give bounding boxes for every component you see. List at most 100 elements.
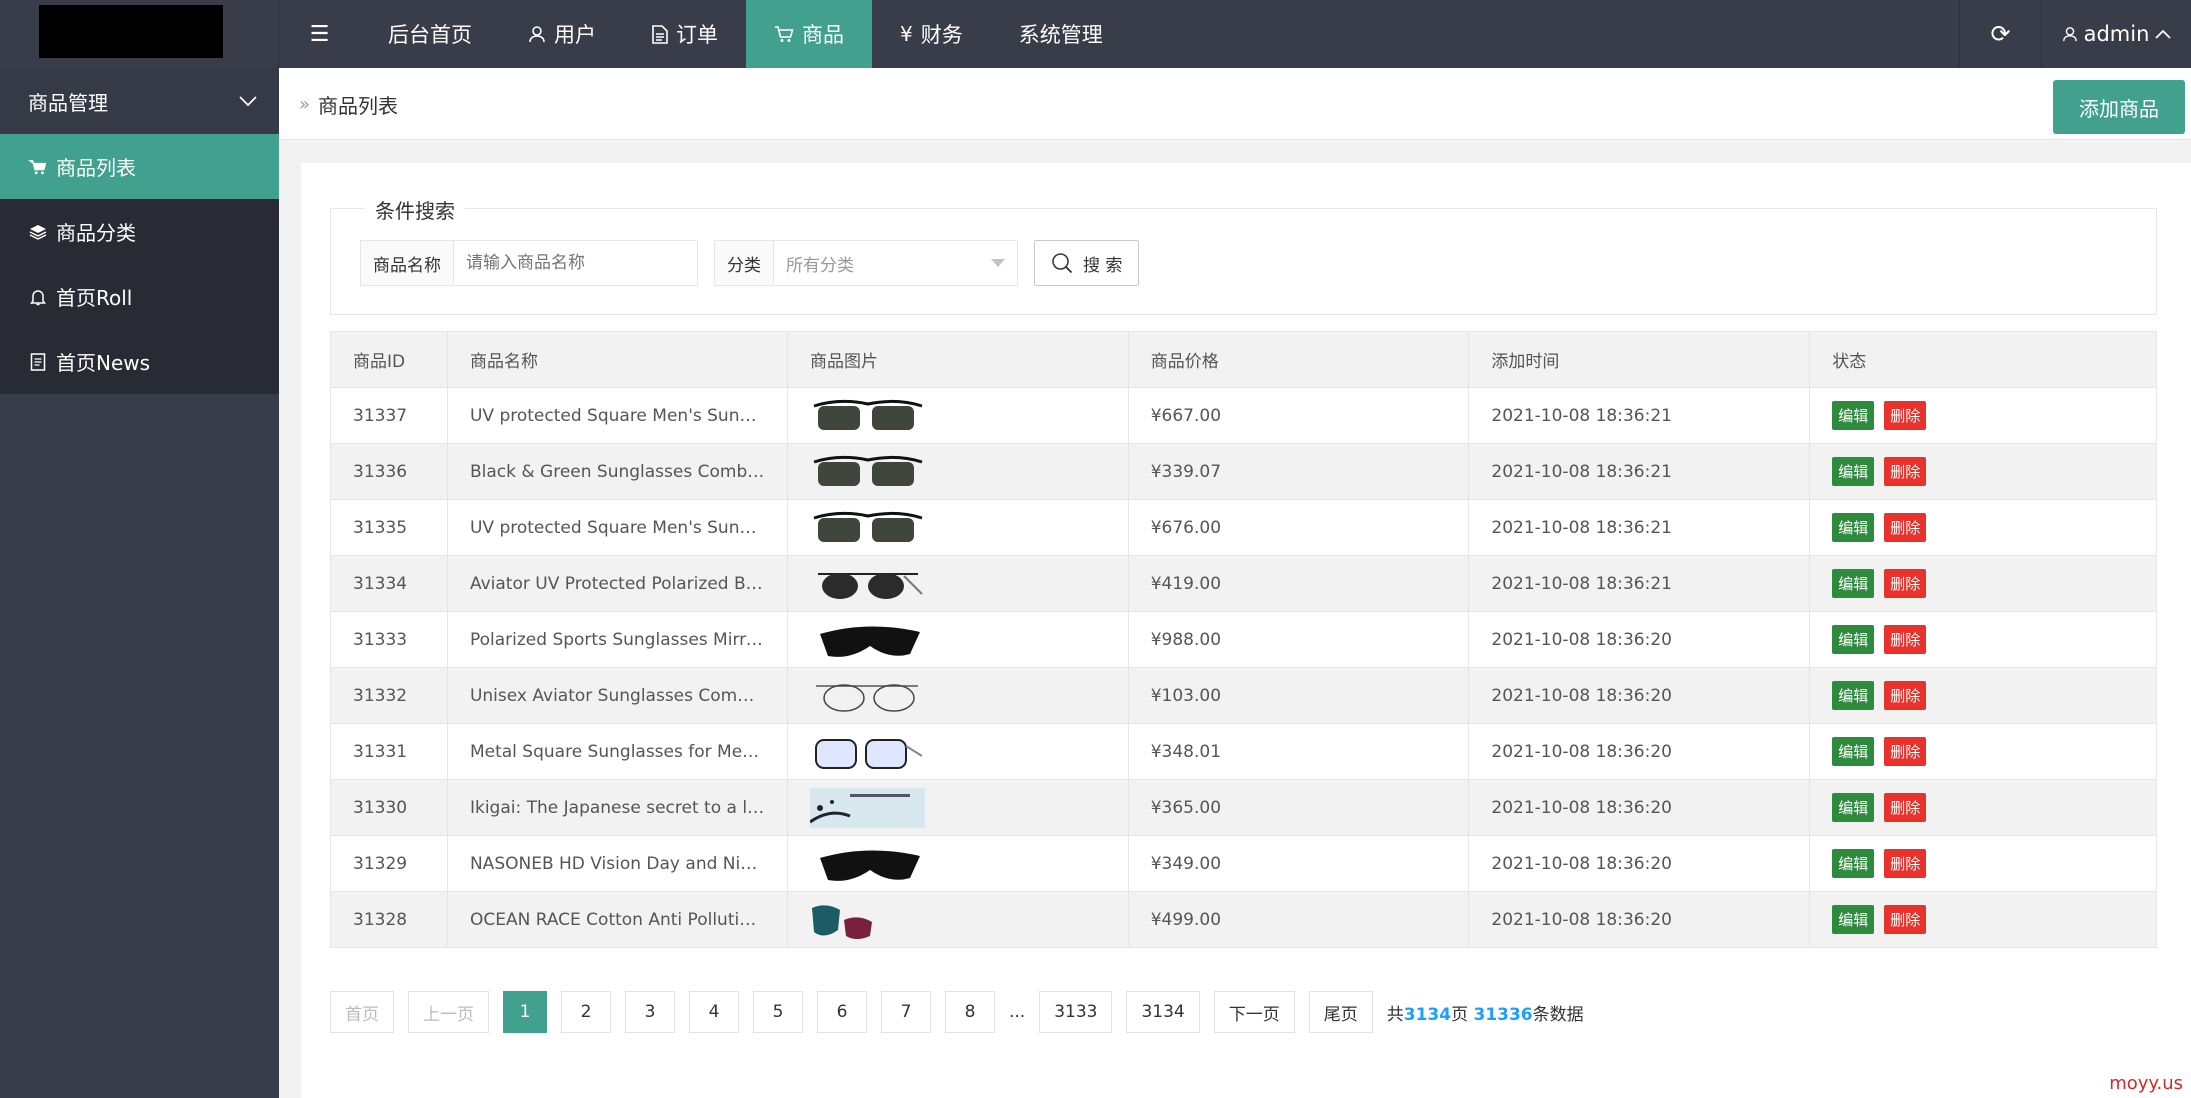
cell-id: 31333 — [330, 611, 448, 668]
nav-orders[interactable]: 订单 — [624, 0, 746, 68]
edit-button[interactable]: 编辑 — [1832, 737, 1875, 766]
cell-id: 31328 — [330, 891, 448, 948]
nav-products[interactable]: 商品 — [746, 0, 872, 68]
nav-home[interactable]: 后台首页 — [360, 0, 500, 68]
bell-icon — [30, 289, 46, 305]
search-fieldset: 条件搜索 商品名称 分类 所有分类 搜 索 — [330, 195, 2157, 315]
cell-id: 31335 — [330, 499, 448, 556]
page-3[interactable]: 3 — [625, 991, 675, 1033]
cell-time: 2021-10-08 18:36:20 — [1468, 667, 1811, 724]
nav-users[interactable]: 用户 — [500, 0, 624, 68]
cell-time: 2021-10-08 18:36:21 — [1468, 387, 1811, 444]
search-button[interactable]: 搜 索 — [1034, 240, 1140, 286]
sidebar-group-header[interactable]: 商品管理 — [0, 68, 279, 134]
table-row: 31331 Metal Square Sunglasses for Men a… ¥… — [330, 723, 2157, 780]
delete-button[interactable]: 删除 — [1884, 401, 1927, 430]
menu-toggle-icon[interactable]: ☰ — [278, 0, 360, 68]
edit-button[interactable]: 编辑 — [1832, 793, 1875, 822]
delete-button[interactable]: 删除 — [1884, 513, 1927, 542]
page-8[interactable]: 8 — [945, 991, 995, 1033]
sidebar: 商品管理 商品列表 商品分类 首页Roll 首页News — [0, 68, 279, 1098]
breadcrumb: » 商品列表 — [299, 68, 398, 140]
edit-button[interactable]: 编辑 — [1832, 401, 1875, 430]
watermark: moyy.us — [2109, 1073, 2183, 1094]
total-pages: 3134 — [1403, 1004, 1452, 1025]
table-row: 31333 Polarized Sports Sunglasses Mirror … — [330, 611, 2157, 668]
edit-button[interactable]: 编辑 — [1832, 569, 1875, 598]
refresh-icon[interactable]: ⟳ — [1959, 0, 2041, 68]
cell-image — [786, 667, 1129, 724]
edit-button[interactable]: 编辑 — [1832, 457, 1875, 486]
delete-button[interactable]: 删除 — [1884, 681, 1927, 710]
page-6[interactable]: 6 — [817, 991, 867, 1033]
cell-name: Metal Square Sunglasses for Men a… — [446, 723, 788, 780]
edit-button[interactable]: 编辑 — [1832, 513, 1875, 542]
sidebar-item-product-list[interactable]: 商品列表 — [0, 134, 279, 199]
page-1[interactable]: 1 — [503, 991, 547, 1033]
category-field-label: 分类 — [715, 241, 774, 285]
product-thumbnail — [810, 844, 1106, 884]
sidebar-item-home-news[interactable]: 首页News — [0, 329, 279, 394]
product-thumbnail — [809, 787, 1106, 828]
page-prev[interactable]: 上一页 — [408, 991, 489, 1033]
document-icon — [652, 24, 668, 44]
page-5[interactable]: 5 — [753, 991, 803, 1033]
delete-button[interactable]: 删除 — [1884, 849, 1927, 878]
product-thumbnail — [810, 508, 1106, 548]
cell-price: ¥348.01 — [1127, 723, 1470, 780]
cell-image — [786, 611, 1129, 668]
edit-button[interactable]: 编辑 — [1832, 681, 1875, 710]
cell-price: ¥667.00 — [1127, 387, 1470, 444]
page-last[interactable]: 尾页 — [1308, 991, 1373, 1033]
sidebar-item-home-roll[interactable]: 首页Roll — [0, 264, 279, 329]
product-thumbnail — [810, 620, 1106, 660]
table-row: 31337 UV protected Square Men's Sungla… ¥6… — [330, 387, 2157, 444]
product-thumbnail — [810, 396, 1106, 436]
cart-icon — [28, 159, 47, 174]
nav-finance[interactable]: ¥ 财务 — [872, 0, 991, 68]
header-image: 商品图片 — [786, 331, 1129, 388]
double-chevron-icon: » — [299, 93, 311, 115]
product-thumbnail — [810, 900, 1106, 940]
page-7[interactable]: 7 — [881, 991, 931, 1033]
table-row: 31328 OCEAN RACE Cotton Anti Pollution… ¥4… — [330, 891, 2157, 948]
delete-button[interactable]: 删除 — [1884, 625, 1927, 654]
page-3133[interactable]: 3133 — [1039, 991, 1113, 1033]
page-next[interactable]: 下一页 — [1213, 991, 1295, 1033]
cell-id: 31337 — [330, 387, 448, 444]
cell-id: 31329 — [330, 835, 448, 892]
cell-time: 2021-10-08 18:36:21 — [1468, 555, 1811, 612]
page-2[interactable]: 2 — [561, 991, 611, 1033]
delete-button[interactable]: 删除 — [1884, 793, 1927, 822]
edit-button[interactable]: 编辑 — [1832, 905, 1875, 934]
cell-status: 编辑 删除 — [1809, 555, 2157, 612]
page-first[interactable]: 首页 — [330, 991, 394, 1033]
delete-button[interactable]: 删除 — [1884, 457, 1927, 486]
delete-button[interactable]: 删除 — [1884, 737, 1927, 766]
page-4[interactable]: 4 — [689, 991, 739, 1033]
header-price: 商品价格 — [1127, 331, 1470, 388]
cell-name: Polarized Sports Sunglasses Mirror … — [446, 611, 788, 668]
product-name-input[interactable] — [454, 241, 697, 285]
edit-button[interactable]: 编辑 — [1832, 625, 1875, 654]
delete-button[interactable]: 删除 — [1884, 569, 1927, 598]
page-3134[interactable]: 3134 — [1126, 991, 1200, 1033]
add-product-button[interactable]: 添加商品 — [2053, 80, 2185, 134]
user-menu[interactable]: admin — [2041, 0, 2191, 68]
table-header-row: 商品ID 商品名称 商品图片 商品价格 添加时间 状态 — [330, 331, 2157, 388]
product-thumbnail — [810, 676, 1106, 716]
main-nav: 后台首页 用户 订单 商品 ¥ 财务 系统管理 — [360, 0, 1131, 68]
table-row: 31336 Black & Green Sunglasses Combo … ¥33… — [330, 443, 2157, 500]
sidebar-item-product-category[interactable]: 商品分类 — [0, 199, 279, 264]
nav-system[interactable]: 系统管理 — [991, 0, 1131, 68]
cell-name: OCEAN RACE Cotton Anti Pollution… — [446, 891, 788, 948]
edit-button[interactable]: 编辑 — [1832, 849, 1875, 878]
table-row: 31332 Unisex Aviator Sunglasses Combo (… ¥… — [330, 667, 2157, 724]
delete-button[interactable]: 删除 — [1884, 905, 1927, 934]
category-select[interactable]: 所有分类 — [774, 241, 1017, 285]
cell-image — [786, 443, 1129, 500]
cell-time: 2021-10-08 18:36:20 — [1468, 723, 1811, 780]
user-icon — [2062, 27, 2077, 42]
cell-status: 编辑 删除 — [1809, 499, 2157, 556]
content-card: 条件搜索 商品名称 分类 所有分类 搜 索 商 — [301, 163, 2191, 1098]
